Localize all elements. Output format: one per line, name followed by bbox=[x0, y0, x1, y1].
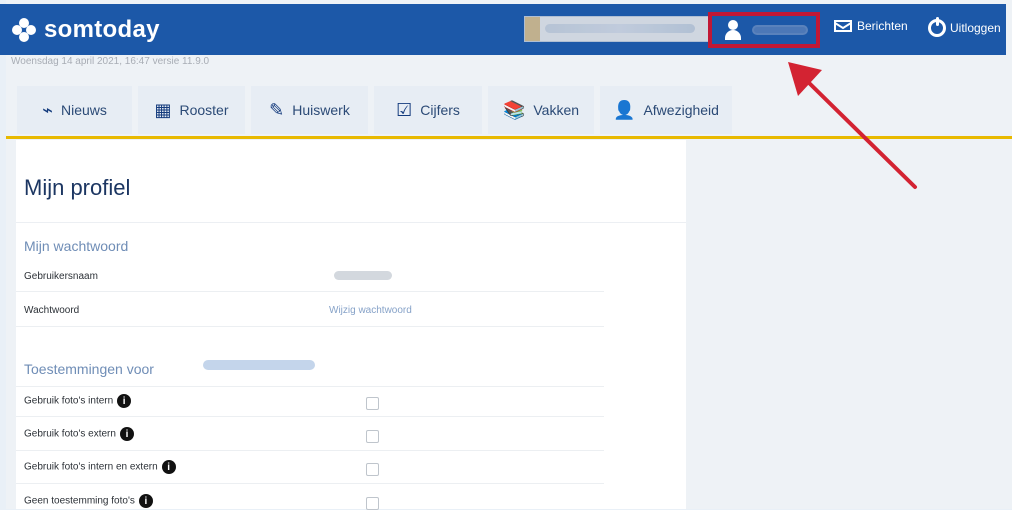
blurred-student-name bbox=[203, 360, 315, 370]
info-icon[interactable]: i bbox=[119, 427, 134, 441]
row-divider bbox=[16, 450, 604, 451]
permission-checkbox[interactable] bbox=[366, 463, 379, 476]
date-version-text: Woensdag 14 april 2021, 16:47 versie 11.… bbox=[11, 56, 210, 67]
profile-panel: Mijn profiel Mijn wachtwoord Gebruikersn… bbox=[16, 140, 686, 510]
row-divider bbox=[16, 291, 604, 292]
rss-icon: ⌁ bbox=[42, 99, 53, 120]
red-arrow-annotation bbox=[788, 62, 917, 189]
power-icon bbox=[928, 17, 946, 37]
row-divider bbox=[16, 326, 604, 327]
permission-checkbox[interactable] bbox=[366, 497, 379, 510]
permission-checkbox[interactable] bbox=[366, 397, 379, 410]
user-profile-button[interactable] bbox=[708, 12, 820, 48]
row-divider bbox=[16, 483, 604, 484]
password-section-title: Mijn wachtwoord bbox=[24, 238, 129, 254]
info-icon[interactable]: i bbox=[138, 494, 153, 508]
row-divider bbox=[16, 416, 604, 417]
permission-row: Geen toestemming foto's i bbox=[24, 494, 153, 508]
user-icon bbox=[724, 20, 742, 40]
permission-row: Gebruik foto's intern i bbox=[24, 394, 132, 408]
permission-checkbox[interactable] bbox=[366, 430, 379, 443]
somtoday-logo[interactable]: somtoday bbox=[12, 16, 160, 44]
top-navigation-bar: somtoday Berichten Uitloggen bbox=[0, 4, 1006, 55]
tab-afwezigheid[interactable]: 👤 Afwezigheid bbox=[600, 86, 732, 134]
permission-label: Gebruik foto's intern bbox=[24, 395, 114, 407]
logo-icon bbox=[12, 18, 36, 42]
logo-text: somtoday bbox=[44, 16, 160, 43]
mail-icon bbox=[834, 20, 852, 32]
tab-label: Huiswerk bbox=[292, 102, 350, 118]
tab-cijfers[interactable]: ☑ Cijfers bbox=[374, 86, 482, 134]
page-title: Mijn profiel bbox=[24, 175, 131, 200]
permission-label: Gebruik foto's intern en extern bbox=[24, 461, 158, 473]
tab-label: Afwezigheid bbox=[643, 102, 719, 118]
logout-label: Uitloggen bbox=[950, 21, 1001, 35]
blurred-username-value bbox=[334, 271, 392, 280]
info-icon[interactable]: i bbox=[161, 460, 176, 474]
blurred-school-name bbox=[545, 24, 695, 33]
tab-label: Rooster bbox=[179, 102, 229, 118]
logout-button[interactable]: Uitloggen bbox=[928, 17, 1001, 37]
tab-label: Cijfers bbox=[420, 102, 460, 118]
title-divider bbox=[16, 222, 686, 223]
password-label: Wachtwoord bbox=[24, 305, 80, 316]
tab-label: Vakken bbox=[533, 102, 580, 118]
grade-icon: ☑ bbox=[396, 99, 413, 120]
permissions-section-title: Toestemmingen voor bbox=[24, 361, 154, 377]
change-password-link[interactable]: Wijzig wachtwoord bbox=[329, 305, 412, 316]
tab-label: Nieuws bbox=[60, 102, 107, 118]
calendar-icon: ▦ bbox=[154, 99, 172, 120]
blurred-user-name bbox=[752, 25, 808, 35]
absence-icon: 👤 bbox=[613, 99, 636, 120]
tab-vakken[interactable]: 📚 Vakken bbox=[488, 86, 594, 134]
books-icon: 📚 bbox=[502, 99, 526, 120]
pencil-icon: ✎ bbox=[269, 99, 285, 120]
school-selector[interactable] bbox=[524, 16, 712, 42]
row-divider bbox=[16, 386, 604, 387]
tab-rooster[interactable]: ▦ Rooster bbox=[138, 86, 245, 134]
permission-row: Gebruik foto's intern en extern i bbox=[24, 460, 176, 474]
messages-button[interactable]: Berichten bbox=[834, 19, 908, 33]
messages-label: Berichten bbox=[857, 19, 908, 33]
tab-nieuws[interactable]: ⌁ Nieuws bbox=[17, 86, 132, 134]
info-icon[interactable]: i bbox=[117, 394, 132, 408]
permission-label: Geen toestemming foto's bbox=[24, 495, 135, 507]
tab-huiswerk[interactable]: ✎ Huiswerk bbox=[251, 86, 368, 134]
username-label: Gebruikersnaam bbox=[24, 271, 98, 282]
permission-row: Gebruik foto's extern i bbox=[24, 427, 134, 441]
permission-label: Gebruik foto's extern bbox=[24, 428, 116, 440]
